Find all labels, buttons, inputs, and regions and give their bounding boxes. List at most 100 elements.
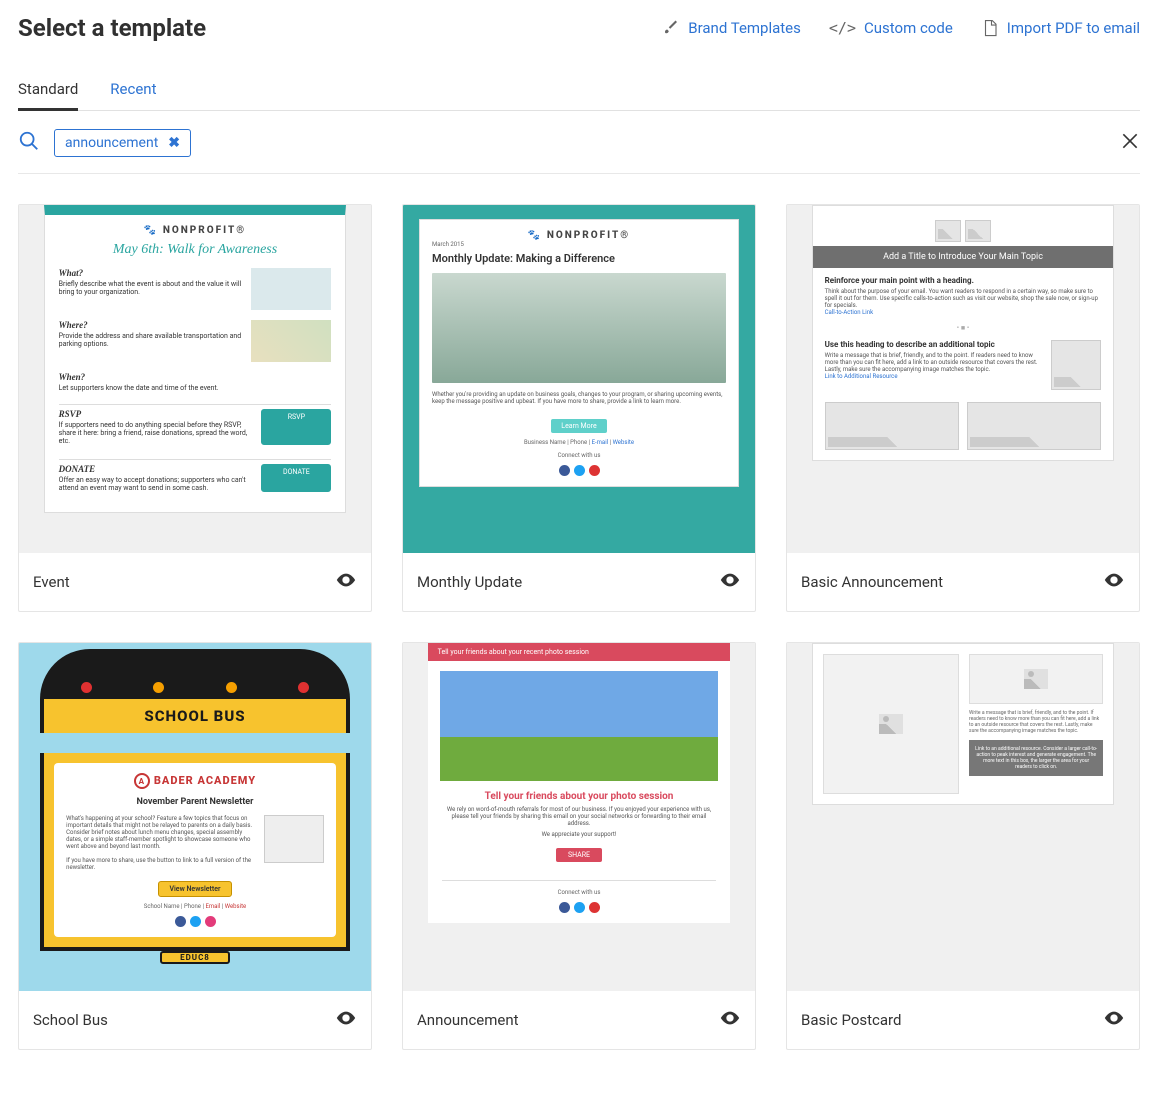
search-chip: announcement ✖ [54, 129, 191, 157]
preview-button[interactable] [719, 569, 741, 595]
thumb-what-heading: What? [59, 268, 244, 278]
thumb-bus-roof [40, 649, 350, 699]
thumb-rsvp-heading: RSVP [59, 409, 254, 419]
facebook-icon [559, 902, 570, 913]
card-footer: Monthly Update [403, 553, 755, 611]
tabs: Standard Recent [18, 70, 1140, 111]
card-title: Monthly Update [417, 573, 522, 591]
template-grid: 🐾 NONPROFIT® May 6th: Walk for Awareness… [18, 204, 1140, 1050]
thumb-cta-link: Call-to-Action Link [825, 309, 1102, 316]
bus-light-icon [81, 682, 92, 693]
thumb-body-text-2: Write a message that is brief, friendly,… [825, 352, 1044, 373]
thumb-heading: Monthly Update: Making a Difference [432, 252, 726, 265]
search-icon[interactable] [18, 130, 40, 156]
thumb-social-icons [428, 902, 731, 913]
card-title: Basic Postcard [801, 1011, 901, 1029]
template-thumbnail: 🐾 NONPROFIT® March 2015 Monthly Update: … [403, 205, 755, 553]
thumb-what-text: Briefly describe what the event is about… [59, 280, 244, 296]
thumb-separator: • ■ • [825, 324, 1102, 332]
template-card-basic-postcard[interactable]: Write a message that is brief, friendly,… [786, 642, 1140, 1050]
search-row: announcement ✖ [18, 129, 1140, 174]
thumb-rsvp-text: If supporters need to do anything specia… [59, 421, 254, 445]
image-placeholder-icon [825, 402, 959, 450]
thumb-heading: Tell your friends about your photo sessi… [428, 791, 731, 802]
thumb-image-row [813, 206, 1114, 246]
eye-icon [335, 569, 357, 591]
thumb-date: March 2015 [432, 241, 726, 248]
thumb-brand: 🐾 NONPROFIT® [59, 225, 332, 236]
thumb-rsvp-button: RSVP [261, 409, 331, 445]
preview-button[interactable] [335, 1007, 357, 1033]
header: Select a template Brand Templates </> Cu… [18, 14, 1140, 42]
close-icon [1120, 131, 1140, 151]
template-thumbnail: SCHOOL BUS ABADER ACADEMY November Paren… [19, 643, 371, 991]
twitter-icon [190, 916, 201, 927]
tab-standard[interactable]: Standard [18, 70, 78, 111]
code-icon: </> [829, 19, 856, 37]
image-placeholder-icon [969, 654, 1103, 704]
image-placeholder-icon [935, 220, 961, 242]
page-title: Select a template [18, 14, 206, 42]
thumb-subheading-2: Use this heading to describe an addition… [825, 340, 1044, 349]
image-placeholder-icon [967, 402, 1101, 450]
preview-button[interactable] [719, 1007, 741, 1033]
bus-light-icon [226, 682, 237, 693]
thumb-brand: ABADER ACADEMY [66, 773, 324, 789]
thumb-hero-image [432, 273, 726, 383]
template-card-basic-announcement[interactable]: Add a Title to Introduce Your Main Topic… [786, 204, 1140, 612]
clear-search-button[interactable] [1120, 131, 1140, 155]
card-footer: Event [19, 553, 371, 611]
facebook-icon [175, 916, 186, 927]
preview-button[interactable] [1103, 1007, 1125, 1033]
thumb-body-text: We rely on word-of-mouth referrals for m… [428, 806, 731, 827]
template-thumbnail: Tell your friends about your recent phot… [403, 643, 755, 991]
brand-templates-link[interactable]: Brand Templates [662, 19, 801, 37]
custom-code-label: Custom code [864, 19, 953, 37]
thumb-social-icons [66, 916, 324, 927]
thumb-social-icons [432, 465, 726, 476]
thumb-bus-label: SCHOOL BUS [40, 699, 350, 733]
thumb-cta-link-2: Link to Additional Resource [825, 373, 1044, 380]
template-card-school-bus[interactable]: SCHOOL BUS ABADER ACADEMY November Paren… [18, 642, 372, 1050]
image-placeholder-icon [965, 220, 991, 242]
thumb-cta-button: SHARE [556, 848, 602, 862]
template-thumbnail: Write a message that is brief, friendly,… [787, 643, 1139, 991]
header-actions: Brand Templates </> Custom code Import P… [662, 19, 1140, 37]
thumb-brand: 🐾 NONPROFIT® [432, 230, 726, 241]
card-title: Basic Announcement [801, 573, 943, 591]
card-footer: School Bus [19, 991, 371, 1049]
search-chip-label: announcement [65, 135, 158, 151]
thumb-connect: Connect with us [432, 452, 726, 459]
thumb-meta: School Name | Phone | Email | Website [66, 903, 324, 910]
twitter-icon [574, 902, 585, 913]
bus-light-icon [153, 682, 164, 693]
thumb-title-band: Add a Title to Introduce Your Main Topic [813, 246, 1114, 268]
preview-button[interactable] [1103, 569, 1125, 595]
thumb-image-placeholder [251, 268, 331, 310]
card-title: School Bus [33, 1011, 108, 1029]
chip-remove-icon[interactable]: ✖ [168, 135, 180, 151]
eye-icon [335, 1007, 357, 1029]
paintbrush-icon [662, 19, 680, 37]
thumb-body-text-2: If you have more to share, use the butto… [66, 857, 256, 871]
template-card-announcement[interactable]: Tell your friends about your recent phot… [402, 642, 756, 1050]
thumb-license-plate: EDUC8 [160, 951, 230, 964]
template-thumbnail: 🐾 NONPROFIT® May 6th: Walk for Awareness… [19, 205, 371, 553]
template-card-monthly-update[interactable]: 🐾 NONPROFIT® March 2015 Monthly Update: … [402, 204, 756, 612]
thumb-map-placeholder [251, 320, 331, 362]
template-card-event[interactable]: 🐾 NONPROFIT® May 6th: Walk for Awareness… [18, 204, 372, 612]
import-pdf-link[interactable]: Import PDF to email [981, 19, 1140, 37]
thumb-meta: Business Name | Phone | E-mail | Website [432, 439, 726, 446]
template-thumbnail: Add a Title to Introduce Your Main Topic… [787, 205, 1139, 553]
card-title: Event [33, 573, 70, 591]
preview-button[interactable] [335, 569, 357, 595]
thumb-body-text: Think about the purpose of your email. Y… [825, 288, 1102, 309]
thumb-donate-button: DONATE [261, 464, 331, 492]
tab-recent[interactable]: Recent [110, 70, 156, 111]
thumb-title-band: Tell your friends about your recent phot… [428, 643, 731, 661]
pdf-icon [981, 19, 999, 37]
custom-code-link[interactable]: </> Custom code [829, 19, 953, 37]
youtube-icon [589, 902, 600, 913]
thumb-cta-band: Link to an additional resource. Consider… [969, 740, 1103, 776]
thumb-body-text: Write a message that is brief, friendly,… [969, 710, 1103, 734]
